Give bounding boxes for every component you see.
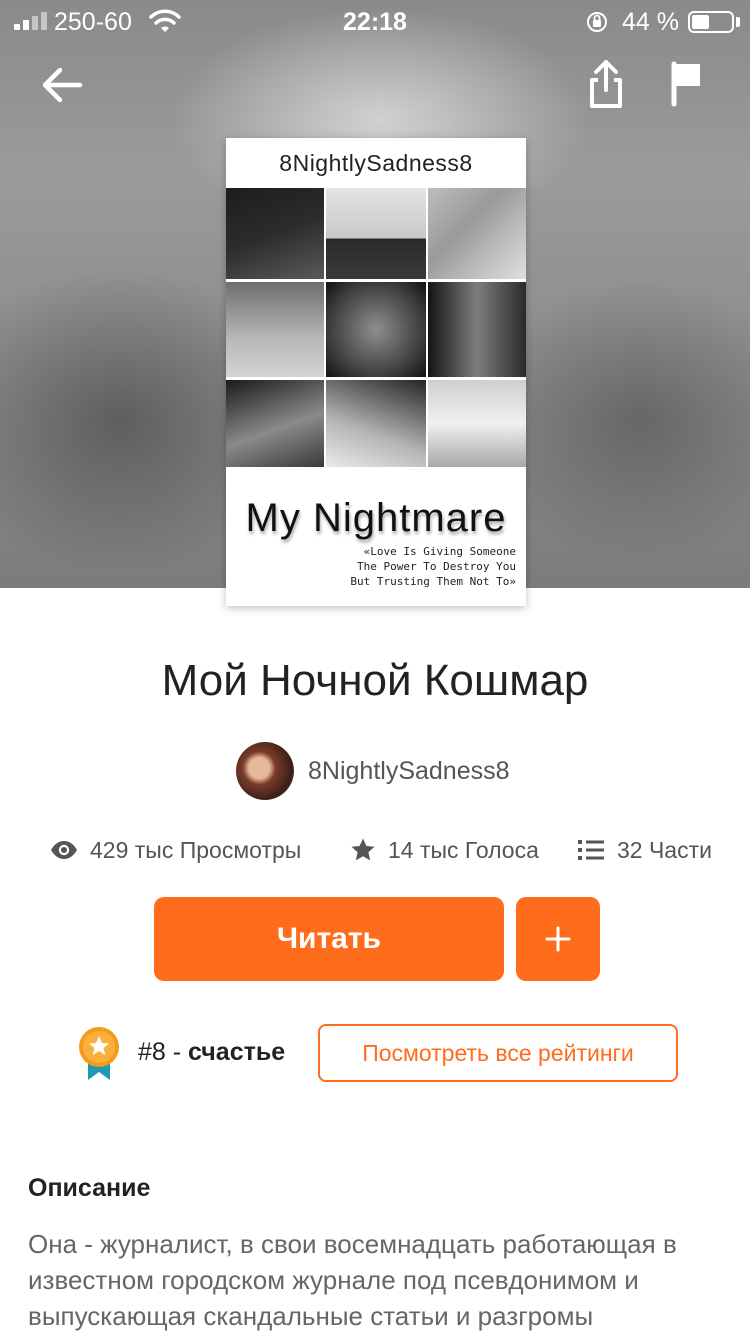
battery-percent: 44 % — [622, 8, 679, 36]
author-name[interactable]: 8NightlySadness8 — [308, 757, 510, 786]
author-link[interactable]: 8NightlySadness8 — [236, 742, 510, 800]
plus-icon — [545, 926, 571, 952]
ranking-text: #8 - счастье — [138, 1038, 285, 1067]
cover-photo-hair — [428, 188, 526, 279]
status-bar: 250-60 22:18 44 % — [0, 0, 750, 44]
author-avatar[interactable] — [236, 742, 294, 800]
eye-icon — [51, 841, 77, 859]
back-button[interactable] — [36, 58, 90, 112]
cover-photo-body — [428, 282, 526, 377]
cover-quote-line: But Trusting Them Not To» — [350, 575, 516, 588]
orientation-lock-icon — [587, 12, 607, 32]
list-icon — [578, 840, 604, 860]
story-stats: 429 тыс Просмотры 14 тыс Голоса 32 Части — [0, 830, 750, 870]
share-button[interactable] — [580, 56, 632, 112]
cover-photo-dress — [428, 380, 526, 467]
cover-author: 8NightlySadness8 — [279, 150, 473, 176]
cover-photo-suit — [226, 188, 324, 279]
cover-photo-money — [326, 282, 426, 377]
stat-parts-label: 32 Части — [617, 836, 712, 863]
ranking-number: #8 — [138, 1038, 166, 1066]
book-cover[interactable]: 8NightlySadness8 My Nightmare «Love Is G… — [226, 138, 526, 606]
read-button[interactable]: Читать — [154, 897, 504, 981]
battery-level — [692, 15, 709, 29]
view-all-rankings-button[interactable]: Посмотреть все рейтинги — [318, 1024, 678, 1082]
stat-views-label: 429 тыс Просмотры — [90, 836, 302, 863]
cover-quote: «Love Is Giving Someone The Power To Des… — [316, 544, 516, 589]
star-icon — [351, 838, 375, 861]
book-title: Мой Ночной Кошмар — [161, 656, 589, 705]
cover-quote-line: The Power To Destroy You — [357, 560, 516, 573]
ranking-medal-icon — [79, 1027, 119, 1080]
cover-photo-hands — [226, 380, 324, 467]
ranking-tag: счастье — [188, 1038, 286, 1066]
stat-parts: 32 Части — [577, 830, 712, 870]
ranking-separator: - — [165, 1038, 189, 1066]
cover-photo-city — [326, 188, 426, 279]
cover-photo-grid — [226, 188, 526, 467]
cover-photo-statue — [226, 282, 324, 377]
description-text: Она - журналист, в свои восемнадцать раб… — [28, 1229, 677, 1331]
cover-title: My Nightmare — [245, 496, 507, 540]
stat-views: 429 тыс Просмотры — [50, 830, 301, 870]
cover-quote-line: «Love Is Giving Someone — [363, 545, 516, 558]
cover-photo-fingers — [326, 380, 426, 467]
battery-icon — [688, 11, 734, 33]
description-heading: Описание — [28, 1174, 151, 1202]
stat-votes-label: 14 тыс Голоса — [388, 836, 539, 863]
flag-button[interactable] — [660, 56, 712, 112]
battery-tip — [736, 17, 740, 27]
add-to-library-button[interactable] — [516, 897, 600, 981]
stat-votes: 14 тыс Голоса — [350, 830, 539, 870]
